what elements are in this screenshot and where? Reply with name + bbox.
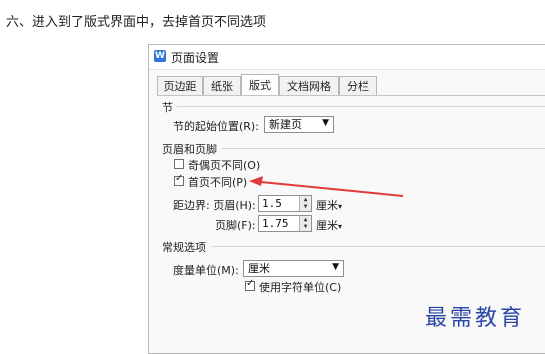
section-rule (173, 106, 545, 107)
dropdown-arrow-icon: ▼ (322, 118, 329, 128)
footer-label: 页脚(F): (215, 219, 256, 232)
header-unit-label: 厘米 (316, 199, 338, 212)
header-distance-input[interactable]: 1.5 ▲ ▼ (258, 195, 312, 212)
section-start-value: 新建页 (269, 118, 302, 131)
first-page-label: 首页不同(P) (188, 176, 248, 189)
tab-layout[interactable]: 版式 (241, 74, 279, 95)
footer-distance-value: 1.75 (262, 217, 289, 230)
footer-unit[interactable]: 厘米▾ (316, 217, 342, 233)
watermark-text: 最需教育 (425, 306, 526, 331)
tab-margins[interactable]: 页边距 (157, 76, 203, 95)
section-start-label: 节的起始位置(R): (173, 120, 259, 133)
odd-even-label: 奇偶页不同(O) (188, 159, 261, 172)
measure-unit-value: 厘米 (248, 262, 270, 275)
general-rule (211, 246, 545, 247)
section-start-select[interactable]: 新建页 ▼ (264, 116, 334, 133)
measure-unit-label: 度量单位(M): (173, 264, 239, 277)
measure-unit-select[interactable]: 厘米 ▼ (243, 260, 344, 277)
odd-even-checkbox[interactable] (174, 159, 184, 169)
section-heading: 节 (162, 99, 177, 115)
footer-distance-input[interactable]: 1.75 ▲ ▼ (258, 215, 312, 232)
spin-arrows-icon[interactable]: ▲ ▼ (299, 196, 311, 211)
header-footer-rule (221, 148, 545, 149)
header-distance-value: 1.5 (262, 197, 282, 210)
char-unit-checkbox[interactable]: ✓ (245, 278, 255, 291)
dialog-title: 页面设置 (171, 51, 220, 65)
checkmark-icon: ✓ (246, 278, 255, 289)
general-heading: 常规选项 (162, 239, 210, 255)
dropdown-arrow-icon: ▼ (332, 262, 339, 272)
wps-app-icon: W (154, 50, 166, 62)
tab-divider (157, 95, 545, 96)
margin-header-label: 距边界: 页眉(H): (173, 199, 256, 212)
spin-arrows-icon[interactable]: ▲ ▼ (299, 216, 311, 231)
footer-unit-label: 厘米 (316, 219, 338, 232)
unit-dropdown-icon: ▾ (338, 202, 343, 211)
tab-paper[interactable]: 纸张 (203, 76, 241, 95)
instruction-text: 六、进入到了版式界面中，去掉首页不同选项 (6, 15, 267, 30)
first-page-checkbox[interactable]: ✓ (174, 173, 184, 186)
tab-doc-grid[interactable]: 文档网格 (279, 76, 339, 95)
tab-columns[interactable]: 分栏 (339, 76, 377, 95)
header-unit[interactable]: 厘米▾ (316, 197, 342, 213)
checkmark-icon: ✓ (175, 173, 184, 184)
char-unit-label: 使用字符单位(C) (259, 281, 342, 294)
header-footer-heading: 页眉和页脚 (162, 141, 221, 157)
unit-dropdown-icon: ▾ (338, 222, 343, 231)
dialog-titlebar: W 页面设置 × (149, 45, 545, 70)
